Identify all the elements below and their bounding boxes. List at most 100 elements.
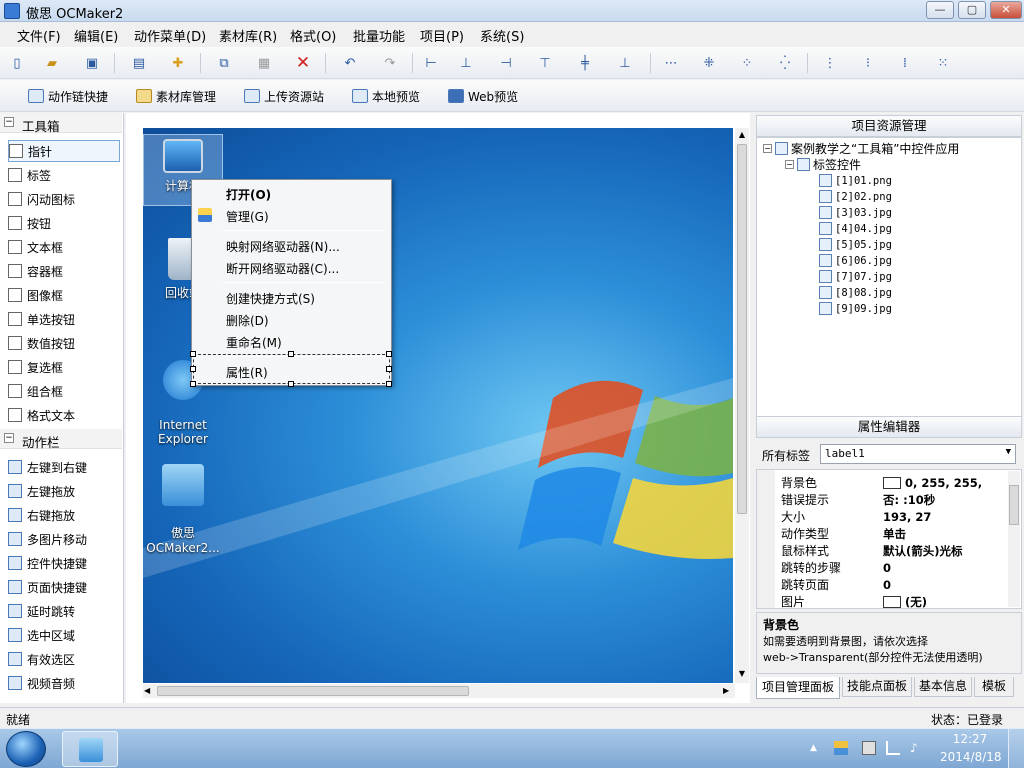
resize-handle[interactable] [190,381,196,387]
action-item[interactable]: 延时跳转 [8,600,120,622]
tray-arrow-icon[interactable]: ▲ [810,743,817,753]
action-item[interactable]: 控件快捷键 [8,552,120,574]
toolbox-group-header[interactable]: − 工具箱 [0,113,122,134]
clock-date[interactable]: 2014/8/18 [940,750,1002,764]
selected-label-control[interactable] [193,354,390,384]
toolbox-item[interactable]: 组合框 [8,380,120,402]
align-top-icon[interactable]: ⊤ [535,53,555,73]
toolbox-item[interactable]: 指针 [8,140,120,162]
collapse-icon[interactable]: − [785,160,794,169]
new-file-icon[interactable]: ▯ [7,53,27,73]
start-button[interactable] [6,731,46,767]
library-manage-button[interactable]: 素材库管理 [136,87,216,105]
toolbox-item[interactable]: 闪动图标 [8,188,120,210]
chevron-down-icon[interactable]: ▼ [1006,447,1011,457]
tree-file[interactable]: [8]08.jpg [819,286,892,299]
vertical-scrollbar[interactable]: ▲ ▼ [735,128,749,683]
property-row[interactable]: 跳转的步骤 0 [781,559,1003,576]
paste-icon[interactable]: ▦ [254,53,274,73]
tree-file[interactable]: [1]01.png [819,174,892,187]
signal-icon[interactable] [886,741,900,755]
align-center-icon[interactable]: ⊥ [456,53,476,73]
resize-handle[interactable] [288,351,294,357]
tree-file[interactable]: [2]02.png [819,190,892,203]
ctx-rename[interactable]: 重命名(M) [226,334,282,351]
toolbox-item[interactable]: 图像框 [8,284,120,306]
menu-format[interactable]: 格式(O) [290,26,336,45]
space-equal-h-icon[interactable]: ⁜ [699,53,719,73]
space-horizontal-icon[interactable]: ⋯ [661,53,681,73]
tab-template[interactable]: 模板 [974,677,1014,697]
align-middle-icon[interactable]: ╪ [575,53,595,73]
action-item[interactable]: 选中区域 [8,624,120,646]
v-space-icon[interactable]: ⋮ [820,53,840,73]
close-button[interactable]: ✕ [990,1,1022,19]
resize-handle[interactable] [386,351,392,357]
action-group-header[interactable]: − 动作栏 [0,429,122,450]
language-icon[interactable] [834,741,848,755]
toolbox-item[interactable]: 单选按钮 [8,308,120,330]
taskbar-ocmaker-button[interactable] [62,731,118,767]
property-row[interactable]: 背景色 0, 255, 255, [781,474,1003,491]
action-chain-button[interactable]: 动作链快捷 [28,87,108,105]
action-item[interactable]: 右键拖放 [8,504,120,526]
local-preview-button[interactable]: 本地预览 [352,87,420,105]
tab-basic-info[interactable]: 基本信息 [914,677,972,697]
align-bottom-icon[interactable]: ⊥ [615,53,635,73]
resize-handle[interactable] [386,381,392,387]
page-icon[interactable]: ▤ [129,53,149,73]
tab-project[interactable]: 项目管理面板 [756,677,840,699]
upload-button[interactable]: 上传资源站 [244,87,324,105]
toolbox-item[interactable]: 按钮 [8,212,120,234]
delete-icon[interactable]: ✕ [293,53,313,73]
keyboard-icon[interactable] [862,741,876,755]
collapse-icon[interactable]: − [763,144,772,153]
action-item[interactable]: 页面快捷键 [8,576,120,598]
web-preview-button[interactable]: Web预览 [448,87,518,105]
ctx-create-shortcut[interactable]: 创建快捷方式(S) [226,290,315,307]
action-item[interactable]: 多图片移动 [8,528,120,550]
menu-action[interactable]: 动作菜单(D) [134,26,206,45]
scroll-right-icon[interactable]: ▶ [723,686,733,696]
align-right-icon[interactable]: ⊣ [496,53,516,73]
toolbox-item[interactable]: 数值按钮 [8,332,120,354]
clock-time[interactable]: 12:27 [940,732,1000,746]
property-row[interactable]: 错误提示 否: :10秒 [781,491,1003,508]
resize-handle[interactable] [190,351,196,357]
tree-file[interactable]: [4]04.jpg [819,222,892,235]
horizontal-scrollbar[interactable]: ◀ ▶ [143,684,735,698]
tab-skills[interactable]: 技能点面板 [842,677,912,697]
toolbox-item[interactable]: 复选框 [8,356,120,378]
tree-file[interactable]: [6]06.jpg [819,254,892,267]
scroll-thumb[interactable] [157,686,469,696]
toolbox-item[interactable]: 文本框 [8,236,120,258]
redo-icon[interactable]: ↷ [380,53,400,73]
ctx-map-drive[interactable]: 映射网络驱动器(N)... [226,238,340,255]
desktop-icon-ocmaker[interactable]: 傲思 OCMaker2... [143,450,223,555]
property-row[interactable]: 图片 (无) [781,593,1003,610]
v-increase-icon[interactable]: ⁞ [895,53,915,73]
space-remove-icon[interactable]: ⁛ [775,53,795,73]
open-folder-icon[interactable]: ▰ [42,53,62,73]
align-left-icon[interactable]: ⊢ [421,53,441,73]
scroll-thumb[interactable] [737,144,747,514]
property-row[interactable]: 鼠标样式 默认(箭头)光标 [781,542,1003,559]
action-item[interactable]: 左键到右键 [8,456,120,478]
action-item[interactable]: 左键拖放 [8,480,120,502]
color-swatch[interactable] [883,476,901,489]
project-tree[interactable]: − 案例教学之“工具箱”中控件应用 − 标签控件 [1]01.png [2]02.… [756,137,1022,419]
menu-batch[interactable]: 批量功能 [353,26,405,45]
v-remove-icon[interactable]: ⁙ [933,53,953,73]
action-item[interactable]: 视频音频 [8,672,120,694]
toolbox-item[interactable]: 容器框 [8,260,120,282]
vertical-scrollbar[interactable] [1008,471,1020,607]
property-row[interactable]: 动作类型 单击 [781,525,1003,542]
ctx-open[interactable]: 打开(O) [226,186,271,203]
control-selector[interactable]: label1 ▼ [820,444,1016,464]
menu-project[interactable]: 项目(P) [420,26,464,45]
property-row[interactable]: 跳转页面 0 [781,576,1003,593]
toolbox-item[interactable]: 格式文本 [8,404,120,426]
tree-file[interactable]: [5]05.jpg [819,238,892,251]
space-equal-v-icon[interactable]: ⁘ [737,53,757,73]
copy-icon[interactable]: ⧉ [214,53,234,73]
